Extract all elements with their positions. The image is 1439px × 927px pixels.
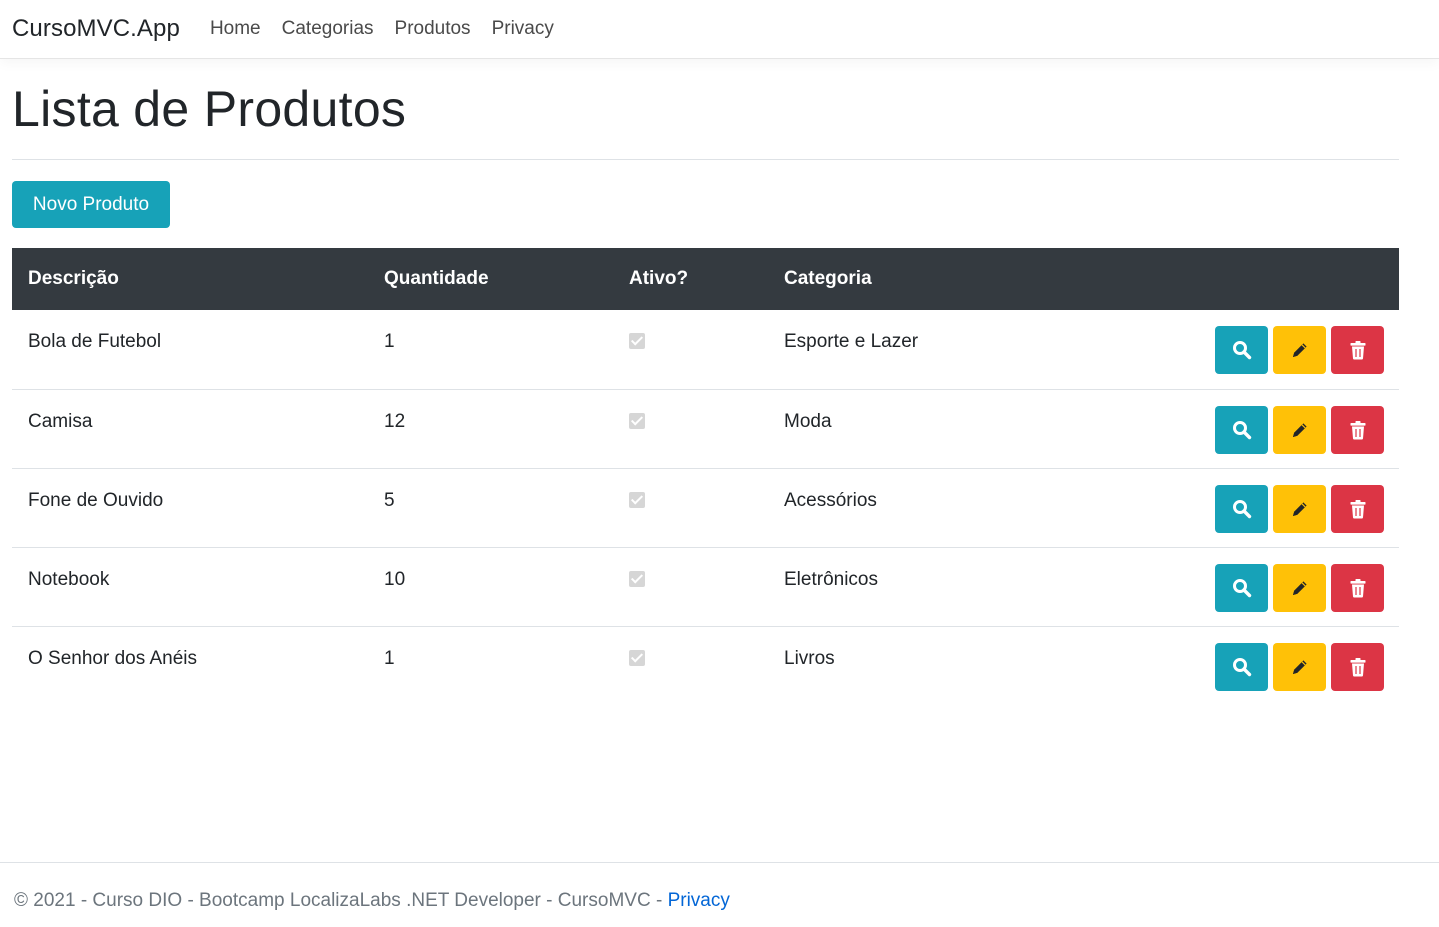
- cell-ativo: [613, 310, 768, 389]
- table-row: Camisa 12 Moda: [12, 389, 1399, 468]
- cell-descricao: Fone de Ouvido: [28, 489, 164, 511]
- footer: © 2021 - Curso DIO - Bootcamp LocalizaLa…: [14, 890, 730, 912]
- edit-button[interactable]: [1273, 405, 1326, 454]
- details-button[interactable]: [1215, 563, 1268, 612]
- cell-quantidade: 10: [384, 568, 406, 590]
- nav-link-privacy[interactable]: Privacy: [492, 18, 554, 40]
- cell-actions: [1158, 310, 1399, 389]
- nav-link-produtos[interactable]: Produtos: [395, 18, 471, 40]
- edit-button[interactable]: [1273, 326, 1326, 374]
- edit-button[interactable]: [1273, 563, 1326, 612]
- trash-icon: [1349, 340, 1367, 360]
- details-button[interactable]: [1215, 642, 1268, 691]
- search-icon: [1232, 657, 1252, 677]
- cell-categoria: Livros: [784, 647, 835, 669]
- delete-button[interactable]: [1331, 405, 1384, 454]
- cell-actions: [1158, 468, 1399, 547]
- cell-categoria: Moda: [784, 410, 832, 432]
- delete-button[interactable]: [1331, 326, 1384, 374]
- pencil-icon: [1290, 578, 1310, 598]
- table-row: Bola de Futebol 1 Esporte e Lazer: [12, 310, 1399, 389]
- delete-button[interactable]: [1331, 642, 1384, 691]
- cell-categoria: Eletrônicos: [784, 568, 878, 590]
- cell-actions: [1158, 389, 1399, 468]
- trash-icon: [1349, 657, 1367, 677]
- pencil-icon: [1290, 420, 1310, 440]
- products-table: Descrição Quantidade Ativo? Categoria Bo…: [12, 248, 1399, 705]
- cell-quantidade: 12: [384, 410, 406, 432]
- navbar: CursoMVC.App Home Categorias Produtos Pr…: [0, 0, 1439, 59]
- cell-categoria: Acessórios: [784, 489, 877, 511]
- footer-text: © 2021 - Curso DIO - Bootcamp LocalizaLa…: [14, 890, 668, 911]
- title-divider: [12, 159, 1399, 160]
- details-button[interactable]: [1215, 405, 1268, 454]
- cell-actions: [1158, 547, 1399, 626]
- cell-ativo: [613, 626, 768, 705]
- cell-quantidade: 1: [384, 647, 395, 669]
- cell-quantidade: 1: [384, 331, 395, 352]
- delete-button[interactable]: [1331, 484, 1384, 533]
- pencil-icon: [1290, 340, 1310, 360]
- cell-ativo: [613, 547, 768, 626]
- table-row: O Senhor dos Anéis 1 Livros: [12, 626, 1399, 705]
- search-icon: [1232, 420, 1252, 440]
- ativo-checkbox: [629, 570, 645, 587]
- brand-link[interactable]: CursoMVC.App: [12, 15, 180, 43]
- trash-icon: [1349, 420, 1367, 440]
- pencil-icon: [1290, 499, 1310, 519]
- nav-link-categorias[interactable]: Categorias: [282, 18, 374, 40]
- details-button[interactable]: [1215, 326, 1268, 374]
- table-row: Fone de Ouvido 5 Acessórios: [12, 468, 1399, 547]
- footer-divider: [0, 862, 1439, 863]
- cell-quantidade: 5: [384, 489, 395, 511]
- header-actions: [1158, 248, 1399, 310]
- edit-button[interactable]: [1273, 484, 1326, 533]
- header-ativo: Ativo?: [629, 268, 689, 289]
- cell-descricao: Camisa: [28, 410, 93, 432]
- ativo-checkbox: [629, 412, 645, 429]
- edit-button[interactable]: [1273, 642, 1326, 691]
- cell-categoria: Esporte e Lazer: [784, 331, 919, 352]
- footer-privacy-link[interactable]: Privacy: [668, 890, 730, 911]
- ativo-checkbox: [629, 333, 645, 349]
- table-header-row: Descrição Quantidade Ativo? Categoria: [12, 248, 1399, 310]
- cell-descricao: O Senhor dos Anéis: [28, 647, 197, 669]
- cell-descricao: Notebook: [28, 568, 110, 590]
- table-row: Notebook 10 Eletrônicos: [12, 547, 1399, 626]
- ativo-checkbox: [629, 491, 645, 508]
- cell-ativo: [613, 468, 768, 547]
- search-icon: [1232, 340, 1252, 360]
- search-icon: [1232, 578, 1252, 598]
- nav-link-home[interactable]: Home: [210, 18, 261, 40]
- cell-ativo: [613, 389, 768, 468]
- cell-actions: [1158, 626, 1399, 705]
- ativo-checkbox: [629, 649, 645, 666]
- trash-icon: [1349, 578, 1367, 598]
- header-categoria: Categoria: [784, 268, 872, 289]
- cell-descricao: Bola de Futebol: [28, 331, 162, 352]
- header-descricao: Descrição: [28, 268, 119, 289]
- pencil-icon: [1290, 657, 1310, 677]
- search-icon: [1232, 499, 1252, 519]
- new-product-button[interactable]: Novo Produto: [12, 181, 170, 228]
- header-quantidade: Quantidade: [384, 268, 489, 289]
- delete-button[interactable]: [1331, 563, 1384, 612]
- page-title: Lista de Produtos: [12, 81, 407, 137]
- trash-icon: [1349, 499, 1367, 519]
- details-button[interactable]: [1215, 484, 1268, 533]
